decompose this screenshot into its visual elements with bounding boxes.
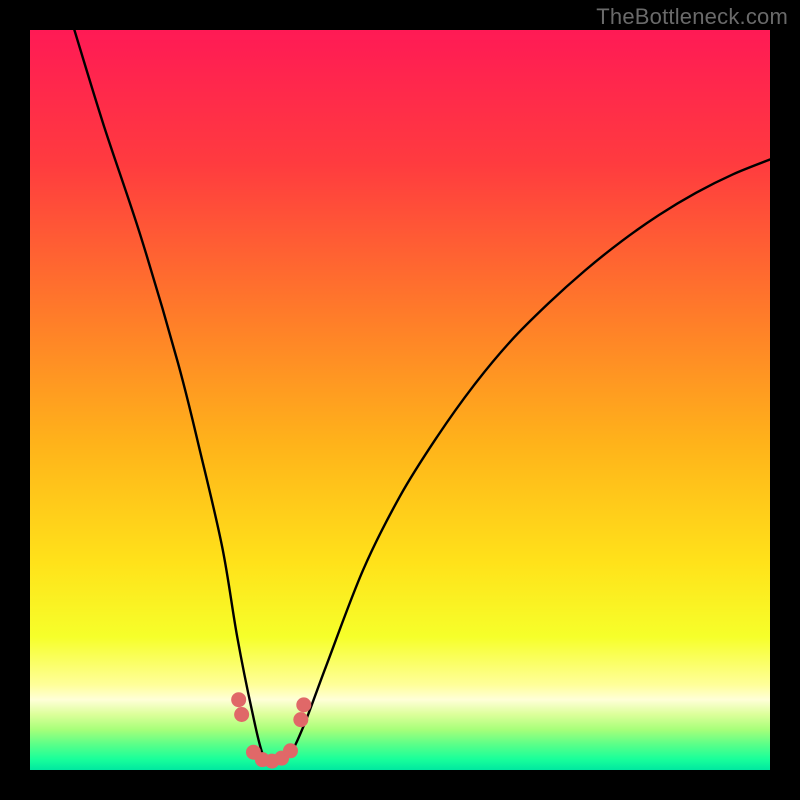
watermark-text: TheBottleneck.com	[596, 4, 788, 30]
bottleneck-curve	[74, 30, 770, 763]
chart-svg	[30, 30, 770, 770]
marker-point	[283, 743, 298, 758]
outer-frame: TheBottleneck.com	[0, 0, 800, 800]
marker-point	[231, 692, 246, 707]
plot-area	[30, 30, 770, 770]
marker-point	[234, 707, 249, 722]
marker-point	[296, 697, 311, 712]
highlight-markers	[231, 692, 311, 768]
marker-point	[293, 712, 308, 727]
